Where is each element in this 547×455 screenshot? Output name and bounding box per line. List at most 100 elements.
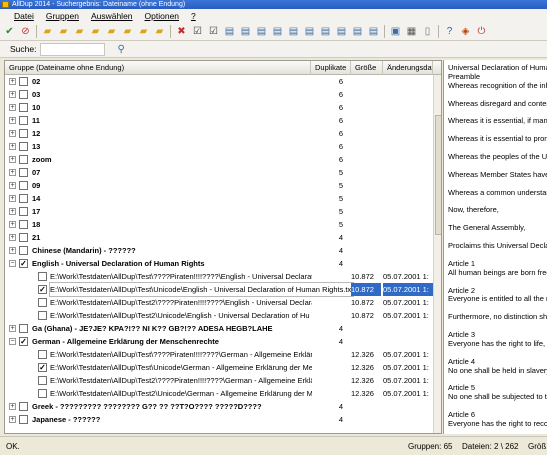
- group-row[interactable]: + Chinese (Mandarin) - ?????? 4: [5, 244, 441, 257]
- column-header-group[interactable]: Gruppe (Dateiname ohne Endung): [5, 61, 311, 75]
- menu-gruppen[interactable]: Gruppen: [46, 11, 79, 21]
- expand-icon[interactable]: +: [9, 325, 16, 332]
- list-icon[interactable]: ▤: [350, 24, 365, 39]
- group-checkbox[interactable]: [19, 415, 28, 424]
- file-row[interactable]: E:\Work\Testdaten\AllDup\Test2\????Pirat…: [5, 374, 441, 387]
- folder-icon[interactable]: ▰: [136, 24, 151, 39]
- collapse-icon[interactable]: −: [9, 338, 16, 345]
- folder-icon[interactable]: ▰: [56, 24, 71, 39]
- list-icon[interactable]: ▤: [254, 24, 269, 39]
- expand-icon[interactable]: +: [9, 78, 16, 85]
- file-checkbox[interactable]: [38, 311, 47, 320]
- group-checkbox[interactable]: [19, 402, 28, 411]
- file-checkbox[interactable]: [38, 350, 47, 359]
- grid-scrollbar-thumb[interactable]: [435, 115, 441, 235]
- group-checkbox[interactable]: [19, 246, 28, 255]
- print-icon[interactable]: ▦: [404, 24, 419, 39]
- group-checkbox[interactable]: [19, 142, 28, 151]
- file-checkbox[interactable]: [38, 389, 47, 398]
- list-icon[interactable]: ▤: [238, 24, 253, 39]
- group-row[interactable]: + Greek - ????????? ???????? G?? ?? ??T?O…: [5, 400, 441, 413]
- column-header-date[interactable]: Änderungsdat: [383, 61, 433, 75]
- group-row[interactable]: +12 6: [5, 127, 441, 140]
- list-icon[interactable]: ▤: [366, 24, 381, 39]
- help-icon[interactable]: ?: [442, 24, 457, 39]
- folder-icon[interactable]: ▰: [72, 24, 87, 39]
- group-row[interactable]: +09 5: [5, 179, 441, 192]
- folder-icon[interactable]: ▰: [120, 24, 135, 39]
- group-row[interactable]: +02 6: [5, 75, 441, 88]
- list-icon[interactable]: ▤: [286, 24, 301, 39]
- app-icon[interactable]: ◈: [458, 24, 473, 39]
- file-checkbox[interactable]: ✓: [38, 363, 47, 372]
- file-checkbox[interactable]: ✓: [38, 285, 47, 294]
- group-row[interactable]: +11 6: [5, 114, 441, 127]
- folder-icon[interactable]: ▰: [152, 24, 167, 39]
- menu-auswaehlen[interactable]: Auswählen: [91, 11, 133, 21]
- folder-icon[interactable]: ▰: [40, 24, 55, 39]
- file-checkbox[interactable]: [38, 272, 47, 281]
- column-header-size[interactable]: Größe: [351, 61, 383, 75]
- expand-icon[interactable]: +: [9, 221, 16, 228]
- collapse-icon[interactable]: −: [9, 260, 16, 267]
- expand-icon[interactable]: +: [9, 169, 16, 176]
- group-row[interactable]: +07 5: [5, 166, 441, 179]
- file-checkbox[interactable]: [38, 298, 47, 307]
- group-checkbox[interactable]: [19, 324, 28, 333]
- group-row[interactable]: +14 5: [5, 192, 441, 205]
- list-icon[interactable]: ▤: [222, 24, 237, 39]
- file-checkbox[interactable]: [38, 376, 47, 385]
- expand-icon[interactable]: +: [9, 143, 16, 150]
- grid-scrollbar[interactable]: [433, 75, 441, 433]
- group-row[interactable]: +03 6: [5, 88, 441, 101]
- group-checkbox[interactable]: [19, 155, 28, 164]
- group-checkbox[interactable]: [19, 181, 28, 190]
- expand-icon[interactable]: +: [9, 91, 16, 98]
- group-row[interactable]: + Japanese - ?????? 4: [5, 413, 441, 426]
- group-checkbox[interactable]: [19, 233, 28, 242]
- group-checkbox[interactable]: [19, 207, 28, 216]
- group-row[interactable]: +17 5: [5, 205, 441, 218]
- group-checkbox[interactable]: [19, 90, 28, 99]
- group-checkbox[interactable]: [19, 103, 28, 112]
- checkbox-icon[interactable]: ☑: [206, 24, 221, 39]
- group-row[interactable]: +10 6: [5, 101, 441, 114]
- expand-icon[interactable]: +: [9, 117, 16, 124]
- file-row[interactable]: E:\Work\Testdaten\AllDup\Test2\????Pirat…: [5, 296, 441, 309]
- expand-icon[interactable]: +: [9, 195, 16, 202]
- column-header-duplicates[interactable]: Duplikate: [311, 61, 351, 75]
- file-row[interactable]: ✓ E:\Work\Testdaten\AllDup\Test\Unicode\G…: [5, 361, 441, 374]
- expand-icon[interactable]: +: [9, 416, 16, 423]
- file-row[interactable]: E:\Work\Testdaten\AllDup\Test\????Pirate…: [5, 270, 441, 283]
- search-input[interactable]: [40, 42, 106, 56]
- document-icon[interactable]: ▯: [420, 24, 435, 39]
- expand-icon[interactable]: +: [9, 156, 16, 163]
- expand-icon[interactable]: +: [9, 182, 16, 189]
- group-checkbox[interactable]: ✓: [19, 259, 28, 268]
- expand-icon[interactable]: +: [9, 247, 16, 254]
- exit-icon[interactable]: ⏻: [474, 24, 489, 39]
- file-row[interactable]: ✓ E:\Work\Testdaten\AllDup\Test\Unicode\E…: [5, 282, 441, 297]
- expand-icon[interactable]: +: [9, 104, 16, 111]
- expand-icon[interactable]: +: [9, 208, 16, 215]
- group-checkbox[interactable]: [19, 116, 28, 125]
- expand-icon[interactable]: +: [9, 130, 16, 137]
- group-checkbox[interactable]: [19, 194, 28, 203]
- file-row[interactable]: E:\Work\Testdaten\AllDup\Test\????Pirate…: [5, 348, 441, 361]
- folder-icon[interactable]: ▰: [88, 24, 103, 39]
- list-icon[interactable]: ▤: [334, 24, 349, 39]
- list-icon[interactable]: ▤: [318, 24, 333, 39]
- group-checkbox[interactable]: [19, 168, 28, 177]
- file-row[interactable]: E:\Work\Testdaten\AllDup\Test2\Unicode\G…: [5, 387, 441, 400]
- group-row[interactable]: − ✓ English - Universal Declaration of Hum…: [5, 257, 441, 270]
- file-row[interactable]: E:\Work\Testdaten\AllDup\Test2\Unicode\E…: [5, 309, 441, 322]
- group-row[interactable]: + Ga (Ghana) - JE?JE? KPA?!?? NI K?? GB?!…: [5, 322, 441, 335]
- group-checkbox[interactable]: [19, 129, 28, 138]
- delete-icon[interactable]: ✖: [174, 24, 189, 39]
- search-icon[interactable]: ⚲: [117, 44, 124, 55]
- checkbox-icon[interactable]: ☑: [190, 24, 205, 39]
- group-row[interactable]: + zoom 6: [5, 153, 441, 166]
- menu-help[interactable]: ?: [191, 11, 196, 21]
- menu-optionen[interactable]: Optionen: [145, 11, 180, 21]
- checkmark-icon[interactable]: ✔: [2, 24, 17, 39]
